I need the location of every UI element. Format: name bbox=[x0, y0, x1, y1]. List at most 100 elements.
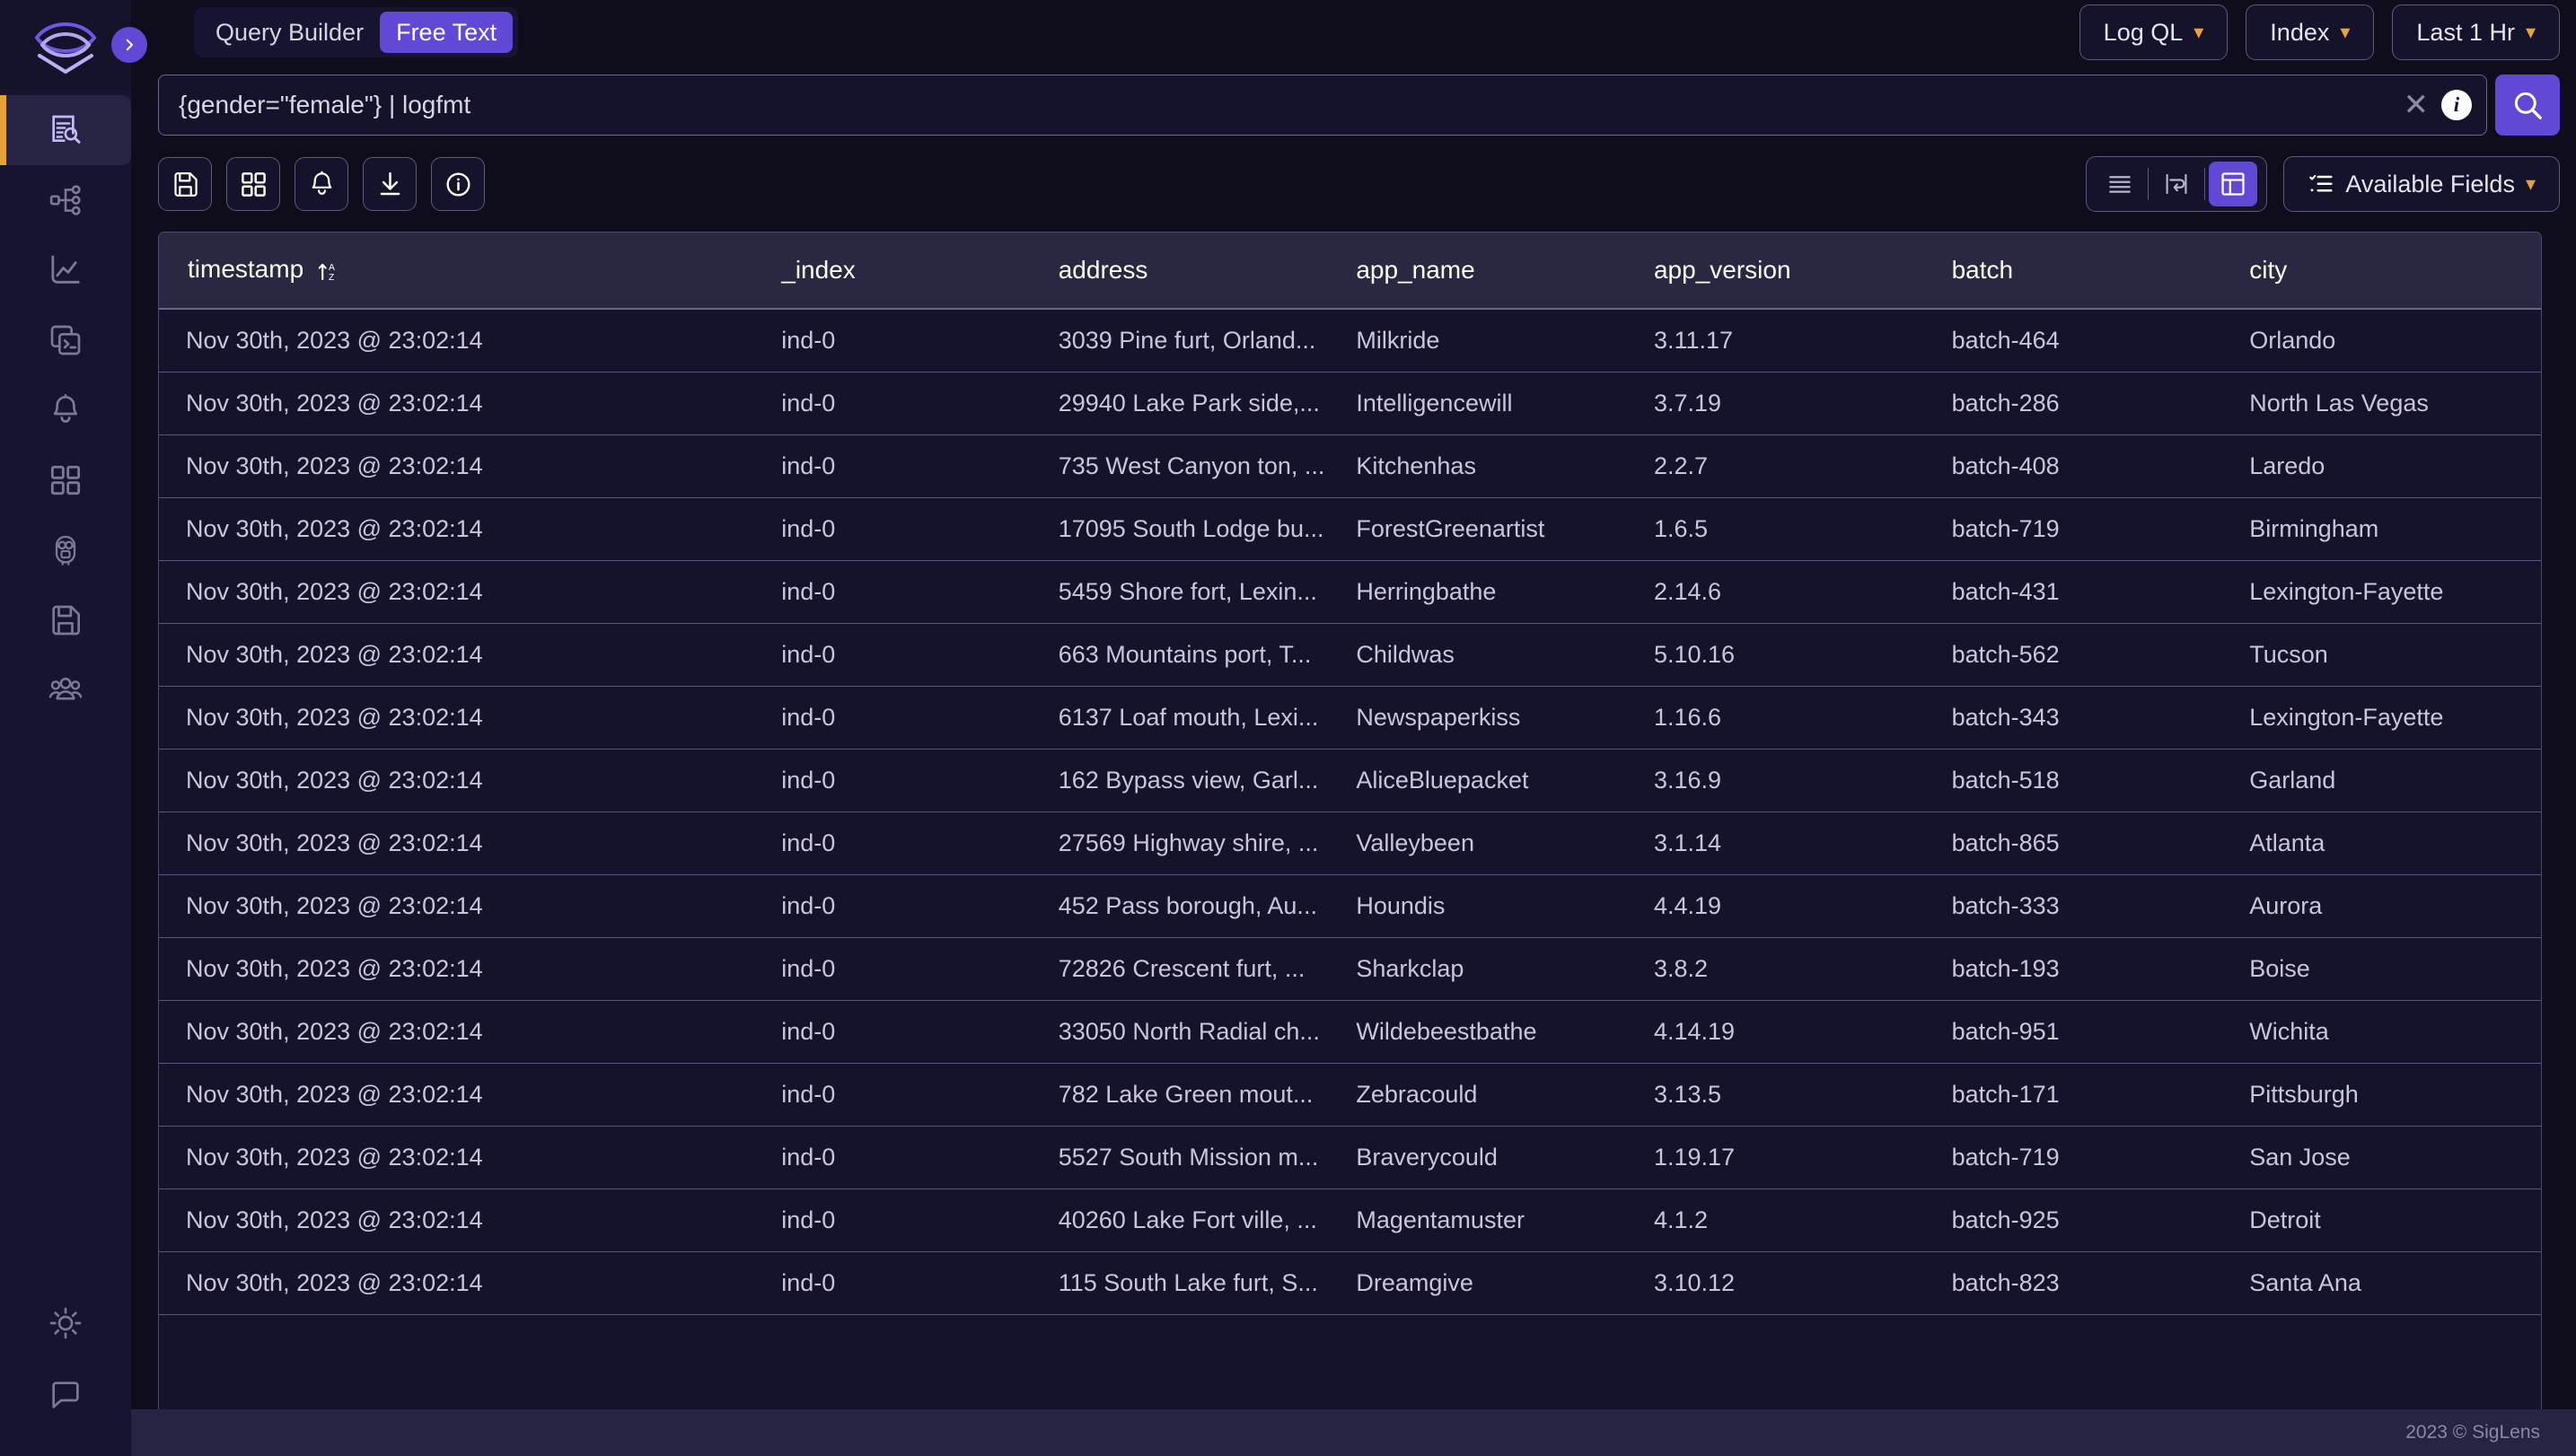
sidebar-item-theme-toggle[interactable] bbox=[0, 1287, 131, 1359]
table-row[interactable]: Nov 30th, 2023 @ 23:02:14 ind-0 33050 Nort… bbox=[159, 1000, 2541, 1064]
sidebar-item-metrics[interactable] bbox=[0, 235, 131, 305]
info-icon[interactable]: i bbox=[2441, 90, 2472, 120]
table-row[interactable]: Nov 30th, 2023 @ 23:02:14 ind-0 162 Bypass… bbox=[159, 749, 2541, 812]
sidebar-item-tracing[interactable] bbox=[0, 165, 131, 235]
table-header-row: timestamp A Z _index address app_name ap… bbox=[159, 232, 2541, 310]
table-row[interactable]: Nov 30th, 2023 @ 23:02:14 ind-0 663 Mounta… bbox=[159, 623, 2541, 687]
minion-bot-icon bbox=[55, 535, 76, 566]
available-fields-dropdown[interactable]: Available Fields ▾ bbox=[2283, 156, 2560, 212]
download-results-button[interactable] bbox=[363, 157, 417, 211]
column-header-batch[interactable]: batch bbox=[1924, 232, 2223, 310]
column-header-app-name[interactable]: app_name bbox=[1329, 232, 1627, 310]
sidebar-item-live-tail[interactable] bbox=[0, 305, 131, 375]
sidebar-item-saved-queries[interactable] bbox=[0, 585, 131, 655]
sidebar bbox=[0, 0, 147, 1456]
table-row[interactable]: Nov 30th, 2023 @ 23:02:14 ind-0 72826 Cres… bbox=[159, 937, 2541, 1001]
table-row[interactable]: Nov 30th, 2023 @ 23:02:14 ind-0 5527 South… bbox=[159, 1126, 2541, 1189]
cell-index: ind-0 bbox=[754, 434, 1032, 498]
column-header-address[interactable]: address bbox=[1031, 232, 1330, 310]
table-row[interactable]: Nov 30th, 2023 @ 23:02:14 ind-0 29940 Lake… bbox=[159, 372, 2541, 435]
cell-timestamp: Nov 30th, 2023 @ 23:02:14 bbox=[159, 434, 755, 498]
sidebar-item-minion[interactable] bbox=[0, 515, 131, 585]
cell-app-version: 3.8.2 bbox=[1626, 937, 1925, 1001]
cell-city: Lexington-Fayette bbox=[2222, 560, 2541, 624]
sidebar-item-dashboards[interactable] bbox=[0, 445, 131, 515]
top-bar-controls: Log QL ▾ Index ▾ Last 1 Hr ▾ bbox=[2079, 4, 2560, 60]
cell-app-name: ForestGreenartist bbox=[1329, 497, 1627, 561]
cell-batch: batch-431 bbox=[1924, 560, 2223, 624]
sidebar-item-alerts[interactable] bbox=[0, 375, 131, 445]
bell-icon bbox=[312, 171, 331, 195]
sidebar-item-search[interactable] bbox=[0, 95, 131, 165]
cell-batch: batch-343 bbox=[1924, 686, 2223, 750]
cell-address: 3039 Pine furt, Orland... bbox=[1031, 309, 1330, 373]
cell-city: Birmingham bbox=[2222, 497, 2541, 561]
sort-az-icon[interactable]: A Z bbox=[316, 257, 340, 285]
cell-app-name: Herringbathe bbox=[1329, 560, 1627, 624]
cell-index: ind-0 bbox=[754, 811, 1032, 875]
cell-batch: batch-333 bbox=[1924, 874, 2223, 938]
column-header-city[interactable]: city bbox=[2222, 232, 2541, 310]
column-header-timestamp-label: timestamp bbox=[188, 255, 304, 284]
cell-index: ind-0 bbox=[754, 560, 1032, 624]
table-row[interactable]: Nov 30th, 2023 @ 23:02:14 ind-0 40260 Lake… bbox=[159, 1188, 2541, 1252]
cell-app-name: Kitchenhas bbox=[1329, 434, 1627, 498]
cell-app-name: Wildebeestbathe bbox=[1329, 1000, 1627, 1064]
floppy-save-icon bbox=[173, 171, 198, 197]
search-input[interactable]: {gender="female"} | logfmt bbox=[179, 91, 2391, 119]
column-header-index[interactable]: _index bbox=[754, 232, 1032, 310]
sidebar-expand-button[interactable] bbox=[111, 26, 147, 63]
table-row[interactable]: Nov 30th, 2023 @ 23:02:14 ind-0 3039 Pine … bbox=[159, 309, 2541, 373]
cell-address: 452 Pass borough, Au... bbox=[1031, 874, 1330, 938]
query-language-dropdown[interactable]: Log QL ▾ bbox=[2079, 4, 2229, 60]
table-row[interactable]: Nov 30th, 2023 @ 23:02:14 ind-0 27569 High… bbox=[159, 811, 2541, 875]
time-range-dropdown[interactable]: Last 1 Hr ▾ bbox=[2392, 4, 2560, 60]
text-wrap-icon bbox=[2166, 173, 2187, 195]
table-row[interactable]: Nov 30th, 2023 @ 23:02:14 ind-0 6137 Loaf … bbox=[159, 686, 2541, 750]
table-row[interactable]: Nov 30th, 2023 @ 23:02:14 ind-0 17095 Sout… bbox=[159, 497, 2541, 561]
table-row[interactable]: Nov 30th, 2023 @ 23:02:14 ind-0 5459 Shore… bbox=[159, 560, 2541, 624]
table-row[interactable]: Nov 30th, 2023 @ 23:02:14 ind-0 735 West C… bbox=[159, 434, 2541, 498]
tab-free-text[interactable]: Free Text bbox=[380, 12, 514, 53]
cell-address: 162 Bypass view, Garl... bbox=[1031, 749, 1330, 812]
cell-city: San Jose bbox=[2222, 1126, 2541, 1189]
cell-address: 5459 Shore fort, Lexin... bbox=[1031, 560, 1330, 624]
save-query-button[interactable] bbox=[158, 157, 212, 211]
cell-app-name: Magentamuster bbox=[1329, 1188, 1627, 1252]
view-wrap-line-button[interactable] bbox=[2152, 162, 2201, 206]
close-x-icon[interactable]: ✕ bbox=[2391, 90, 2442, 120]
run-search-button[interactable] bbox=[2495, 75, 2560, 136]
search-box[interactable]: {gender="female"} | logfmt ✕ i bbox=[158, 75, 2487, 136]
column-header-timestamp[interactable]: timestamp A Z bbox=[159, 232, 755, 310]
table-row[interactable]: Nov 30th, 2023 @ 23:02:14 ind-0 452 Pass b… bbox=[159, 874, 2541, 938]
query-info-button[interactable] bbox=[431, 157, 485, 211]
table-body: Nov 30th, 2023 @ 23:02:14 ind-0 3039 Pine … bbox=[159, 309, 2541, 1315]
sidebar-item-feedback[interactable] bbox=[0, 1359, 131, 1431]
cell-app-version: 2.14.6 bbox=[1626, 560, 1925, 624]
chevron-down-icon: ▾ bbox=[2194, 21, 2204, 43]
siglens-eye-logo-icon[interactable] bbox=[33, 14, 98, 75]
table-row[interactable]: Nov 30th, 2023 @ 23:02:14 ind-0 115 South … bbox=[159, 1251, 2541, 1315]
results-table-container[interactable]: timestamp A Z _index address app_name ap… bbox=[158, 232, 2542, 1456]
cell-batch: batch-719 bbox=[1924, 1126, 2223, 1189]
cell-app-name: Houndis bbox=[1329, 874, 1627, 938]
tab-query-builder[interactable]: Query Builder bbox=[199, 12, 380, 53]
create-alert-button[interactable] bbox=[295, 157, 348, 211]
view-single-line-button[interactable] bbox=[2096, 162, 2144, 206]
cell-app-name: Milkride bbox=[1329, 309, 1627, 373]
sidebar-item-org[interactable] bbox=[0, 655, 131, 725]
cell-address: 33050 North Radial ch... bbox=[1031, 1000, 1330, 1064]
cell-batch: batch-518 bbox=[1924, 749, 2223, 812]
cell-timestamp: Nov 30th, 2023 @ 23:02:14 bbox=[159, 1251, 755, 1315]
chevron-down-icon: ▾ bbox=[2340, 21, 2351, 43]
view-table-button[interactable] bbox=[2209, 162, 2258, 206]
cell-index: ind-0 bbox=[754, 1251, 1032, 1315]
column-header-app-version[interactable]: app_version bbox=[1626, 232, 1925, 310]
cell-address: 72826 Crescent furt, ... bbox=[1031, 937, 1330, 1001]
time-range-label: Last 1 Hr bbox=[2416, 18, 2515, 46]
index-dropdown[interactable]: Index ▾ bbox=[2246, 4, 2375, 60]
add-to-dashboard-button[interactable] bbox=[226, 157, 280, 211]
cell-index: ind-0 bbox=[754, 686, 1032, 750]
cell-city: Lexington-Fayette bbox=[2222, 686, 2541, 750]
table-row[interactable]: Nov 30th, 2023 @ 23:02:14 ind-0 782 Lake G… bbox=[159, 1063, 2541, 1127]
